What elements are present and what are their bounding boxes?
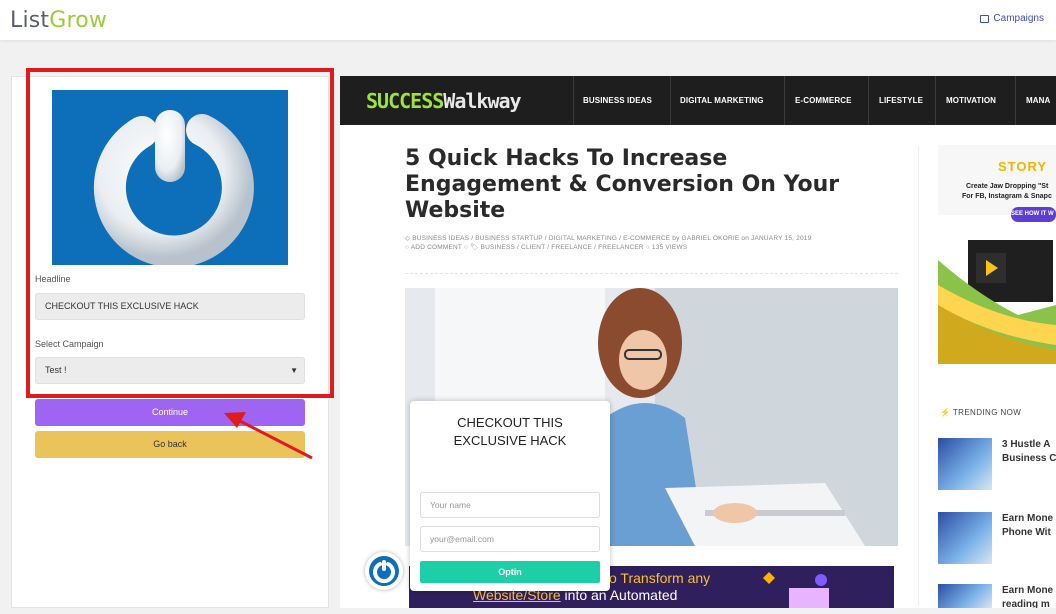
annotation-arrow-icon (224, 412, 313, 460)
trending-title-l2: Business C (1002, 453, 1056, 464)
campaigns-icon (980, 14, 990, 23)
trending-heading: ⚡ TRENDING NOW (940, 408, 1021, 417)
banner-text-1: o Transform any (609, 570, 711, 586)
site-logo-a: SUCCESS (366, 89, 444, 113)
trending-label: TRENDING NOW (952, 408, 1022, 417)
name-input[interactable]: Your name (420, 492, 600, 518)
ad-cta: SEE HOW IT W (1011, 211, 1054, 217)
trending-thumb[interactable] (938, 584, 992, 608)
nav-divider (868, 76, 869, 125)
bolt-icon: ⚡ (940, 408, 951, 417)
ad-brand: STORY (998, 159, 1048, 174)
sidebar-ad[interactable]: STORY Create Jaw Dropping "St For FB, In… (938, 145, 1056, 364)
nav-divider (670, 76, 671, 125)
trending-title-l1: 3 Hustle A (1002, 439, 1051, 450)
article-meta-line-2: ○ ADD COMMENT ○ 🏷 BUSINESS / CLIENT / FR… (405, 244, 688, 251)
article-title[interactable]: 5 Quick Hacks To Increase Engagement & C… (405, 146, 875, 224)
site-navbar: SUCCESSWalkway BUSINESS IDEAS DIGITAL MA… (340, 76, 1056, 125)
nav-digital-marketing[interactable]: DIGITAL MARKETING (680, 96, 764, 105)
nav-mana[interactable]: MANA (1026, 96, 1050, 105)
ad-line-2: For FB, Instagram & Snapc (962, 193, 1052, 200)
power-icon (369, 556, 399, 586)
campaigns-label: Campaigns (993, 13, 1044, 24)
trending-title-l1: Earn Mone (1002, 513, 1054, 524)
site-logo-b: Walkway (443, 89, 521, 113)
website-preview: SUCCESSWalkway BUSINESS IDEAS DIGITAL MA… (340, 76, 1056, 608)
divider (405, 273, 898, 274)
trending-title[interactable]: Earn Mone reading m (1002, 584, 1053, 608)
nav-divider (935, 76, 936, 125)
trending-title[interactable]: Earn Mone Phone Wit (1002, 512, 1053, 540)
trending-title[interactable]: 3 Hustle A Business C (1002, 438, 1056, 466)
nav-motivation[interactable]: MOTIVATION (946, 96, 996, 105)
site-logo[interactable]: SUCCESSWalkway (366, 89, 522, 113)
trending-title-l2: Phone Wit (1002, 527, 1051, 538)
nav-divider (784, 76, 785, 125)
popup-headline: CHECKOUT THIS EXCLUSIVE HACK (453, 415, 567, 448)
article-meta-line-1: ◇ BUSINESS IDEAS / BUSINESS STARTUP / DI… (405, 235, 812, 242)
ad-graphic-icon (938, 145, 1056, 364)
ad-line-1: Create Jaw Dropping "St (966, 183, 1049, 190)
trending-thumb[interactable] (938, 512, 992, 564)
campaigns-link[interactable]: Campaigns (980, 13, 1044, 24)
trending-thumb[interactable] (938, 438, 992, 490)
nav-divider (1015, 76, 1016, 125)
nav-divider (573, 76, 574, 125)
email-input[interactable]: your@email.com (420, 526, 600, 552)
optin-popup: CHECKOUT THIS EXCLUSIVE HACK Your name y… (410, 401, 610, 591)
nav-business-ideas[interactable]: BUSINESS IDEAS (583, 96, 652, 105)
trending-title-l1: Earn Mone (1002, 585, 1054, 596)
nav-e-commerce[interactable]: E-COMMERCE (795, 96, 852, 105)
nav-lifestyle[interactable]: LIFESTYLE (879, 96, 923, 105)
optin-button[interactable]: Optin (420, 561, 600, 583)
trending-title-l2: reading m (1002, 599, 1050, 608)
floating-launcher-button[interactable] (365, 552, 403, 590)
sidebar-divider (918, 146, 919, 606)
